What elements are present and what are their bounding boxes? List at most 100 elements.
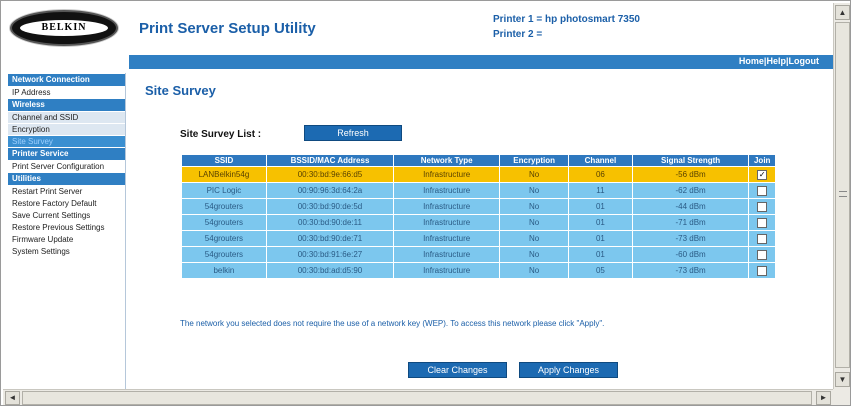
sidebar-item-restart[interactable]: Restart Print Server	[8, 186, 125, 197]
cell-mac: 00:30:bd:ad:d5:90	[265, 262, 395, 279]
site-survey-table: SSID BSSID/MAC Address Network Type Encr…	[181, 154, 776, 279]
join-checkbox[interactable]: ✓	[757, 169, 768, 180]
printer-2-status: Printer 2 =	[493, 29, 543, 40]
cell-channel: 01	[568, 198, 633, 215]
scroll-down-arrow-icon[interactable]: ▼	[835, 372, 850, 387]
cell-signal: -62 dBm	[631, 182, 750, 199]
apply-changes-button[interactable]: Apply Changes	[519, 362, 618, 378]
cell-network-type: Infrastructure	[393, 230, 501, 247]
join-checkbox[interactable]	[757, 217, 768, 228]
scroll-right-arrow-icon[interactable]: ►	[816, 391, 831, 405]
home-link[interactable]: Home	[739, 56, 764, 66]
table-row[interactable]: PIC Logic 00:90:96:3d:64:2a Infrastructure…	[181, 182, 776, 199]
app-title: Print Server Setup Utility	[139, 20, 316, 37]
logout-link[interactable]: Logout	[789, 56, 820, 66]
column-header-join: Join	[748, 154, 776, 167]
belkin-logo: BELKIN	[10, 10, 118, 46]
cell-signal: -44 dBm	[631, 198, 750, 215]
sidebar-item-ip-address[interactable]: IP Address	[8, 87, 125, 98]
vertical-scrollbar[interactable]: ▲ ▼	[833, 3, 850, 389]
page-title: Site Survey	[145, 83, 216, 98]
sidebar-heading-network-connection: Network Connection	[8, 74, 125, 86]
sidebar-item-restore-factory[interactable]: Restore Factory Default	[8, 198, 125, 209]
refresh-button[interactable]: Refresh	[304, 125, 402, 141]
join-checkbox[interactable]	[757, 233, 768, 244]
join-checkbox[interactable]	[757, 249, 768, 260]
cell-signal: -60 dBm	[631, 246, 750, 263]
cell-ssid: LANBelkin54g	[181, 166, 267, 183]
sidebar-item-site-survey[interactable]: Site Survey	[8, 136, 125, 147]
cell-mac: 00:30:bd:90:de:5d	[265, 198, 395, 215]
cell-signal: -73 dBm	[631, 262, 750, 279]
sidebar-heading-printer-service: Printer Service	[8, 148, 125, 160]
cell-join	[748, 198, 776, 215]
cell-mac: 00:30:bd:91:6e:27	[265, 246, 395, 263]
column-header-channel: Channel	[568, 154, 633, 167]
cell-network-type: Infrastructure	[393, 182, 501, 199]
cell-network-type: Infrastructure	[393, 198, 501, 215]
join-checkbox[interactable]	[757, 185, 768, 196]
cell-encryption: No	[499, 246, 570, 263]
column-header-encryption: Encryption	[499, 154, 570, 167]
cell-channel: 01	[568, 246, 633, 263]
logo-text: BELKIN	[20, 20, 108, 36]
cell-join	[748, 182, 776, 199]
scrollbar-corner	[833, 389, 850, 405]
cell-join	[748, 230, 776, 247]
cell-channel: 01	[568, 214, 633, 231]
cell-ssid: PIC Logic	[181, 182, 267, 199]
join-checkbox[interactable]	[757, 265, 768, 276]
cell-network-type: Infrastructure	[393, 214, 501, 231]
page-content: BELKIN Print Server Setup Utility Printe…	[3, 3, 833, 389]
table-row[interactable]: 54grouters 00:30:bd:90:de:11 Infrastructur…	[181, 214, 776, 231]
join-checkbox[interactable]	[757, 201, 768, 212]
scroll-up-arrow-icon[interactable]: ▲	[835, 5, 850, 20]
cell-join	[748, 262, 776, 279]
cell-ssid: 54grouters	[181, 214, 267, 231]
cell-encryption: No	[499, 166, 570, 183]
top-nav-links: Home|Help|Logout	[739, 56, 819, 66]
cell-signal: -56 dBm	[631, 166, 750, 183]
table-row[interactable]: belkin 00:30:bd:ad:d5:90 Infrastructure No 0…	[181, 262, 776, 279]
horizontal-scrollbar[interactable]: ◄ ►	[3, 389, 833, 405]
cell-encryption: No	[499, 230, 570, 247]
table-row[interactable]: 54grouters 00:30:bd:90:de:5d Infrastructur…	[181, 198, 776, 215]
sidebar-item-print-server-config[interactable]: Print Server Configuration	[8, 161, 125, 172]
cell-ssid: 54grouters	[181, 230, 267, 247]
cell-signal: -73 dBm	[631, 230, 750, 247]
cell-channel: 01	[568, 230, 633, 247]
site-survey-list-label: Site Survey List :	[180, 129, 262, 140]
cell-encryption: No	[499, 214, 570, 231]
sidebar-item-system-settings[interactable]: System Settings	[8, 246, 125, 257]
table-row[interactable]: 54grouters 00:30:bd:91:6e:27 Infrastructur…	[181, 246, 776, 263]
cell-signal: -71 dBm	[631, 214, 750, 231]
cell-channel: 06	[568, 166, 633, 183]
clear-changes-button[interactable]: Clear Changes	[408, 362, 507, 378]
cell-mac: 00:30:bd:9e:66:d5	[265, 166, 395, 183]
column-header-mac: BSSID/MAC Address	[265, 154, 395, 167]
cell-network-type: Infrastructure	[393, 166, 501, 183]
column-header-signal: Signal Strength	[631, 154, 750, 167]
browser-frame: BELKIN Print Server Setup Utility Printe…	[0, 0, 851, 406]
help-link[interactable]: Help	[766, 56, 786, 66]
cell-network-type: Infrastructure	[393, 262, 501, 279]
cell-mac: 00:30:bd:90:de:71	[265, 230, 395, 247]
sidebar-item-firmware-update[interactable]: Firmware Update	[8, 234, 125, 245]
scroll-left-arrow-icon[interactable]: ◄	[5, 391, 20, 405]
vertical-scroll-thumb[interactable]	[835, 22, 850, 368]
cell-ssid: 54grouters	[181, 246, 267, 263]
cell-ssid: belkin	[181, 262, 267, 279]
sidebar-item-restore-previous[interactable]: Restore Previous Settings	[8, 222, 125, 233]
cell-join	[748, 214, 776, 231]
cell-encryption: No	[499, 182, 570, 199]
horizontal-scroll-thumb[interactable]	[22, 391, 812, 405]
table-row[interactable]: 54grouters 00:30:bd:90:de:71 Infrastructur…	[181, 230, 776, 247]
sidebar-heading-wireless: Wireless	[8, 99, 125, 111]
sidebar-item-encryption[interactable]: Encryption	[8, 124, 125, 135]
sidebar-item-save-settings[interactable]: Save Current Settings	[8, 210, 125, 221]
top-nav-bar: Home|Help|Logout	[129, 55, 833, 69]
table-row[interactable]: LANBelkin54g 00:30:bd:9e:66:d5 Infrastruct…	[181, 166, 776, 183]
cell-ssid: 54grouters	[181, 198, 267, 215]
table-body: LANBelkin54g 00:30:bd:9e:66:d5 Infrastruct…	[181, 166, 776, 279]
sidebar-item-channel-ssid[interactable]: Channel and SSID	[8, 112, 125, 123]
